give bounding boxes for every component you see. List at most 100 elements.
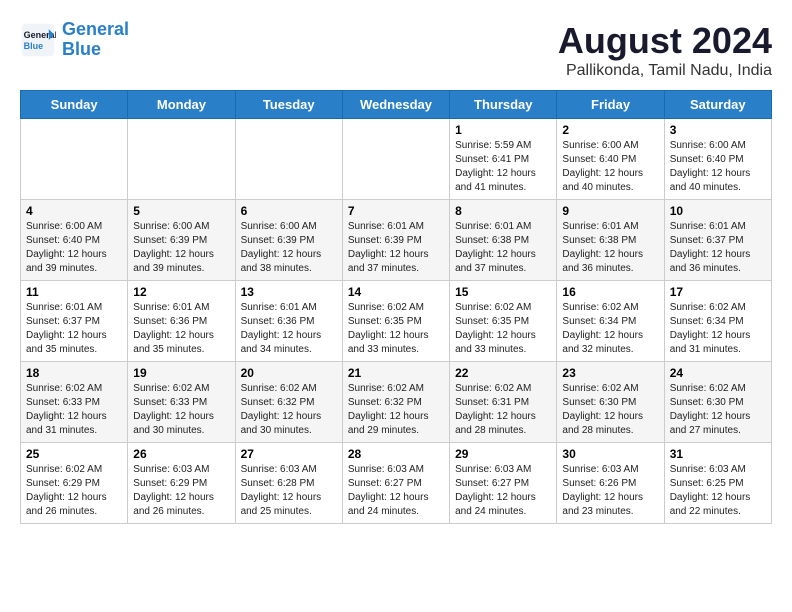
day-cell: 4 Sunrise: 6:00 AM Sunset: 6:40 PM Daylig… xyxy=(21,200,128,281)
day-cell: 21 Sunrise: 6:02 AM Sunset: 6:32 PM Dayli… xyxy=(342,362,449,443)
day-info: Sunrise: 6:02 AM Sunset: 6:35 PM Dayligh… xyxy=(455,301,551,357)
day-info: Sunrise: 6:03 AM Sunset: 6:25 PM Dayligh… xyxy=(670,463,766,519)
day-cell: 11Sunrise: 6:01 AM Sunset: 6:37 PM Dayli… xyxy=(21,281,128,362)
day-cell: 15 Sunrise: 6:02 AM Sunset: 6:35 PM Dayli… xyxy=(450,281,557,362)
day-cell: 3Sunrise: 6:00 AM Sunset: 6:40 PM Daylig… xyxy=(664,119,771,200)
day-number: 27 xyxy=(241,447,337,461)
subtitle: Pallikonda, Tamil Nadu, India xyxy=(558,62,772,80)
day-cell: 27 Sunrise: 6:03 AM Sunset: 6:28 PM Dayli… xyxy=(235,443,342,524)
day-cell xyxy=(128,119,235,200)
weekday-header-friday: Friday xyxy=(557,91,664,119)
weekday-header-saturday: Saturday xyxy=(664,91,771,119)
day-cell: 8Sunrise: 6:01 AM Sunset: 6:38 PM Daylig… xyxy=(450,200,557,281)
day-info: Sunrise: 6:01 AM Sunset: 6:36 PM Dayligh… xyxy=(133,301,229,357)
day-cell: 22 Sunrise: 6:02 AM Sunset: 6:31 PM Dayli… xyxy=(450,362,557,443)
logo-icon: General Blue xyxy=(20,22,56,58)
day-info: Sunrise: 6:02 AM Sunset: 6:31 PM Dayligh… xyxy=(455,382,551,438)
day-info: Sunrise: 6:02 AM Sunset: 6:35 PM Dayligh… xyxy=(348,301,444,357)
day-cell: 9 Sunrise: 6:01 AM Sunset: 6:38 PM Daylig… xyxy=(557,200,664,281)
day-cell: 18Sunrise: 6:02 AM Sunset: 6:33 PM Dayli… xyxy=(21,362,128,443)
day-info: Sunrise: 6:03 AM Sunset: 6:29 PM Dayligh… xyxy=(133,463,229,519)
day-number: 4 xyxy=(26,204,122,218)
day-cell: 26Sunrise: 6:03 AM Sunset: 6:29 PM Dayli… xyxy=(128,443,235,524)
day-cell: 30Sunrise: 6:03 AM Sunset: 6:26 PM Dayli… xyxy=(557,443,664,524)
day-number: 16 xyxy=(562,285,658,299)
day-cell: 14Sunrise: 6:02 AM Sunset: 6:35 PM Dayli… xyxy=(342,281,449,362)
day-cell: 5Sunrise: 6:00 AM Sunset: 6:39 PM Daylig… xyxy=(128,200,235,281)
day-number: 2 xyxy=(562,123,658,137)
day-info: Sunrise: 6:03 AM Sunset: 6:26 PM Dayligh… xyxy=(562,463,658,519)
day-cell: 19 Sunrise: 6:02 AM Sunset: 6:33 PM Dayli… xyxy=(128,362,235,443)
day-cell: 12Sunrise: 6:01 AM Sunset: 6:36 PM Dayli… xyxy=(128,281,235,362)
day-number: 17 xyxy=(670,285,766,299)
day-cell: 31 Sunrise: 6:03 AM Sunset: 6:25 PM Dayli… xyxy=(664,443,771,524)
day-info: Sunrise: 6:02 AM Sunset: 6:29 PM Dayligh… xyxy=(26,463,122,519)
day-info: Sunrise: 6:02 AM Sunset: 6:30 PM Dayligh… xyxy=(670,382,766,438)
day-cell: 28Sunrise: 6:03 AM Sunset: 6:27 PM Dayli… xyxy=(342,443,449,524)
week-row-1: 1 Sunrise: 5:59 AM Sunset: 6:41 PM Daylig… xyxy=(21,119,772,200)
day-info: Sunrise: 6:00 AM Sunset: 6:39 PM Dayligh… xyxy=(241,220,337,276)
day-cell: 10 Sunrise: 6:01 AM Sunset: 6:37 PM Dayli… xyxy=(664,200,771,281)
week-row-5: 25 Sunrise: 6:02 AM Sunset: 6:29 PM Dayli… xyxy=(21,443,772,524)
calendar-table: SundayMondayTuesdayWednesdayThursdayFrid… xyxy=(20,90,772,524)
day-info: Sunrise: 6:01 AM Sunset: 6:36 PM Dayligh… xyxy=(241,301,337,357)
weekday-header-tuesday: Tuesday xyxy=(235,91,342,119)
day-cell: 2 Sunrise: 6:00 AM Sunset: 6:40 PM Daylig… xyxy=(557,119,664,200)
day-info: Sunrise: 6:02 AM Sunset: 6:32 PM Dayligh… xyxy=(348,382,444,438)
day-number: 6 xyxy=(241,204,337,218)
day-cell: 17 Sunrise: 6:02 AM Sunset: 6:34 PM Dayli… xyxy=(664,281,771,362)
day-number: 31 xyxy=(670,447,766,461)
day-info: Sunrise: 6:02 AM Sunset: 6:34 PM Dayligh… xyxy=(670,301,766,357)
day-number: 1 xyxy=(455,123,551,137)
day-cell: 25 Sunrise: 6:02 AM Sunset: 6:29 PM Dayli… xyxy=(21,443,128,524)
day-number: 20 xyxy=(241,366,337,380)
weekday-header-thursday: Thursday xyxy=(450,91,557,119)
day-info: Sunrise: 6:02 AM Sunset: 6:33 PM Dayligh… xyxy=(133,382,229,438)
day-number: 13 xyxy=(241,285,337,299)
day-cell: 7Sunrise: 6:01 AM Sunset: 6:39 PM Daylig… xyxy=(342,200,449,281)
day-cell: 24 Sunrise: 6:02 AM Sunset: 6:30 PM Dayli… xyxy=(664,362,771,443)
day-cell: 23 Sunrise: 6:02 AM Sunset: 6:30 PM Dayli… xyxy=(557,362,664,443)
week-row-3: 11Sunrise: 6:01 AM Sunset: 6:37 PM Dayli… xyxy=(21,281,772,362)
day-info: Sunrise: 6:00 AM Sunset: 6:40 PM Dayligh… xyxy=(26,220,122,276)
day-number: 8 xyxy=(455,204,551,218)
day-number: 22 xyxy=(455,366,551,380)
day-info: Sunrise: 6:02 AM Sunset: 6:32 PM Dayligh… xyxy=(241,382,337,438)
logo: General Blue GeneralBlue xyxy=(20,20,129,60)
day-cell: 1 Sunrise: 5:59 AM Sunset: 6:41 PM Daylig… xyxy=(450,119,557,200)
day-cell xyxy=(21,119,128,200)
day-number: 21 xyxy=(348,366,444,380)
day-cell: 20 Sunrise: 6:02 AM Sunset: 6:32 PM Dayli… xyxy=(235,362,342,443)
day-info: Sunrise: 6:00 AM Sunset: 6:39 PM Dayligh… xyxy=(133,220,229,276)
weekday-header-wednesday: Wednesday xyxy=(342,91,449,119)
day-info: Sunrise: 6:02 AM Sunset: 6:30 PM Dayligh… xyxy=(562,382,658,438)
page-header: General Blue GeneralBlue August 2024 Pal… xyxy=(20,20,772,80)
day-number: 29 xyxy=(455,447,551,461)
day-info: Sunrise: 6:01 AM Sunset: 6:37 PM Dayligh… xyxy=(670,220,766,276)
svg-text:Blue: Blue xyxy=(24,41,44,51)
weekday-header-row: SundayMondayTuesdayWednesdayThursdayFrid… xyxy=(21,91,772,119)
day-number: 9 xyxy=(562,204,658,218)
day-number: 28 xyxy=(348,447,444,461)
day-info: Sunrise: 6:01 AM Sunset: 6:37 PM Dayligh… xyxy=(26,301,122,357)
day-number: 23 xyxy=(562,366,658,380)
day-number: 19 xyxy=(133,366,229,380)
day-info: Sunrise: 6:03 AM Sunset: 6:27 PM Dayligh… xyxy=(455,463,551,519)
day-number: 10 xyxy=(670,204,766,218)
day-info: Sunrise: 6:02 AM Sunset: 6:34 PM Dayligh… xyxy=(562,301,658,357)
day-info: Sunrise: 5:59 AM Sunset: 6:41 PM Dayligh… xyxy=(455,139,551,195)
day-cell: 16 Sunrise: 6:02 AM Sunset: 6:34 PM Dayli… xyxy=(557,281,664,362)
weekday-header-sunday: Sunday xyxy=(21,91,128,119)
day-cell: 29 Sunrise: 6:03 AM Sunset: 6:27 PM Dayli… xyxy=(450,443,557,524)
day-cell xyxy=(342,119,449,200)
weekday-header-monday: Monday xyxy=(128,91,235,119)
day-number: 25 xyxy=(26,447,122,461)
day-cell xyxy=(235,119,342,200)
day-info: Sunrise: 6:03 AM Sunset: 6:28 PM Dayligh… xyxy=(241,463,337,519)
day-info: Sunrise: 6:01 AM Sunset: 6:39 PM Dayligh… xyxy=(348,220,444,276)
day-number: 24 xyxy=(670,366,766,380)
day-info: Sunrise: 6:00 AM Sunset: 6:40 PM Dayligh… xyxy=(562,139,658,195)
day-number: 15 xyxy=(455,285,551,299)
day-info: Sunrise: 6:01 AM Sunset: 6:38 PM Dayligh… xyxy=(562,220,658,276)
day-info: Sunrise: 6:00 AM Sunset: 6:40 PM Dayligh… xyxy=(670,139,766,195)
